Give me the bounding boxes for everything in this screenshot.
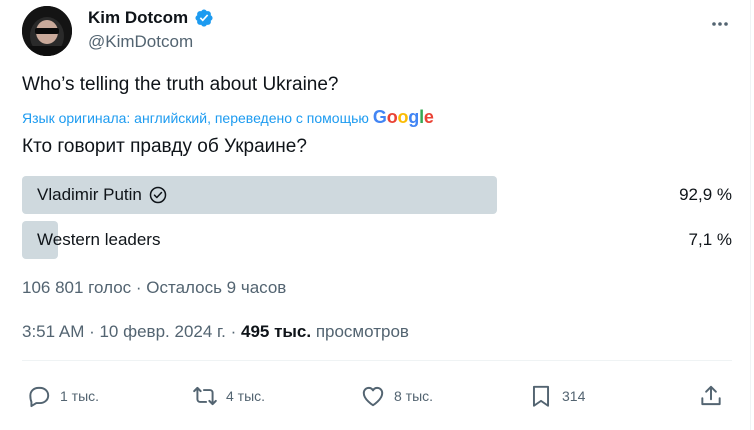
bookmark-button[interactable]: 314 [528,378,585,414]
like-count: 8 тыс. [394,388,434,404]
google-logo-letter: G [372,107,387,127]
action-bar: 1 тыс. 4 тыс. 8 тыс. 314 [22,378,732,414]
divider [22,360,732,361]
poll-option: Western leaders 7,1 % [22,221,732,259]
bookmark-icon [532,385,550,407]
reply-button[interactable]: 1 тыс. [26,378,99,414]
poll: Vladimir Putin 92,9 % Western leaders 7,… [22,176,732,266]
translation-note-text: Язык оригинала: английский, переведено с… [22,109,369,126]
retweet-button[interactable]: 4 тыс. [192,378,265,414]
tweet-text: Who’s telling the truth about Ukraine? [22,74,339,95]
views-label: просмотров [311,322,409,341]
share-icon [701,385,721,406]
poll-option-percent: 92,9 % [679,185,732,204]
poll-meta: 106 801 голос · Осталось 9 часов [22,278,287,297]
reply-icon [29,386,50,408]
more-icon[interactable] [708,12,732,36]
poll-option-label: Vladimir Putin [37,185,142,204]
verified-badge-icon [195,9,213,27]
retweet-count: 4 тыс. [226,388,266,404]
like-icon [362,386,384,407]
poll-option-label: Western leaders [37,230,161,249]
handle[interactable]: @KimDotcom [88,32,193,52]
column-divider [750,0,751,430]
avatar[interactable] [22,6,72,56]
reply-count: 1 тыс. [60,388,100,404]
translation-note[interactable]: Язык оригинала: английский, переведено с… [22,107,434,128]
views-count: 495 тыс. [240,322,312,341]
google-logo-letter: o [397,107,409,127]
share-button[interactable] [698,378,724,414]
tweet-meta: 3:51 AM · 10 февр. 2024 г. · 495 тыс. пр… [22,322,409,342]
translated-text: Кто говорит правду об Украине? [22,136,307,157]
name-row: Kim Dotcom [88,8,214,28]
poll-option-percent: 7,1 % [688,230,732,249]
google-logo-letter: g [408,107,420,127]
bookmark-count: 314 [562,388,586,404]
poll-option: Vladimir Putin 92,9 % [22,176,732,214]
google-logo-letter: e [423,107,434,127]
tweet-header: Kim Dotcom @KimDotcom [22,6,732,56]
like-button[interactable]: 8 тыс. [360,378,433,414]
google-logo: Google [373,107,434,128]
timestamp[interactable]: 3:51 AM · 10 февр. 2024 г. · [22,322,241,341]
google-logo-letter: o [386,107,398,127]
retweet-icon [193,386,217,406]
check-circle-icon [149,186,167,204]
display-name[interactable]: Kim Dotcom [88,8,188,28]
